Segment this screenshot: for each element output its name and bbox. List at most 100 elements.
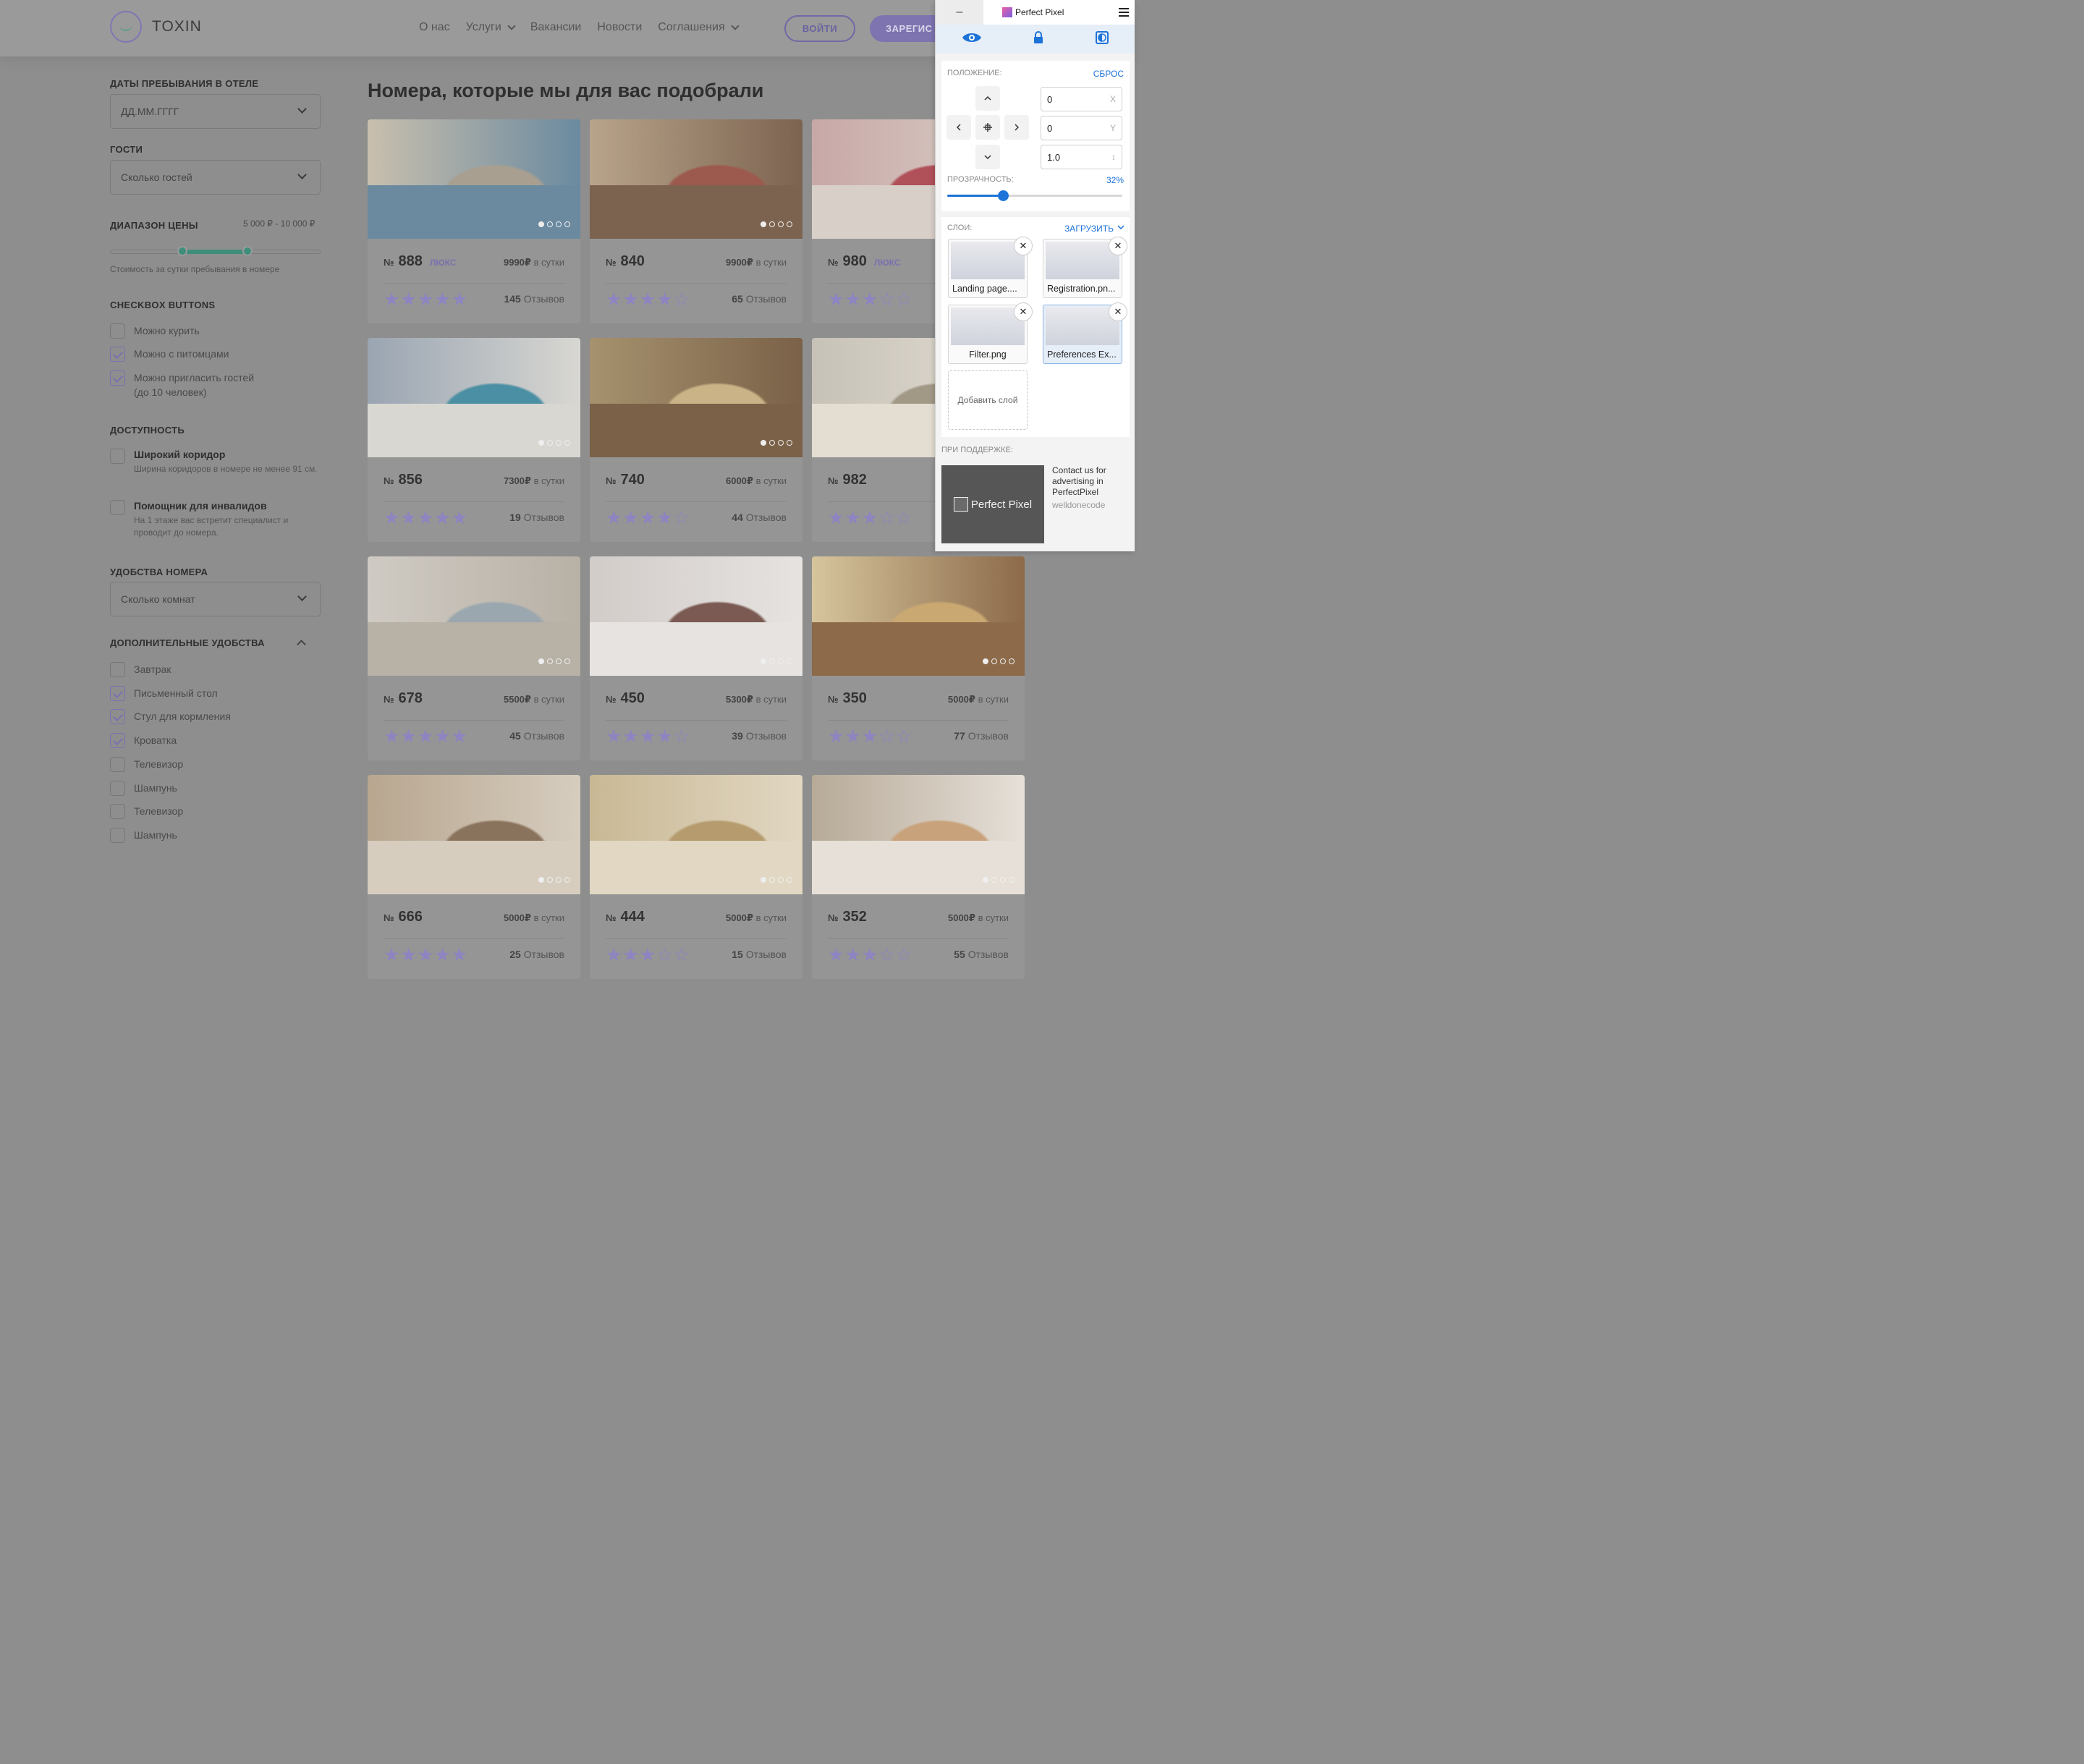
carousel-dot[interactable] <box>787 658 792 664</box>
chevron-down-icon[interactable] <box>1117 225 1124 229</box>
nav-item-about[interactable]: О нас <box>419 21 450 34</box>
star-filled-icon[interactable]: ★ <box>656 508 673 528</box>
checkbox-box[interactable] <box>110 733 125 749</box>
star-empty-icon[interactable]: ☆ <box>878 289 895 310</box>
star-filled-icon[interactable]: ★ <box>622 289 639 310</box>
close-icon[interactable]: ✕ <box>1014 302 1033 321</box>
carousel-dot[interactable] <box>556 221 562 227</box>
carousel-dot[interactable] <box>564 877 570 883</box>
carousel-dot[interactable] <box>983 877 988 883</box>
star-filled-icon[interactable]: ★ <box>606 289 622 310</box>
extra-amenities-label[interactable]: ДОПОЛНИТЕЛЬНЫЕ УДОБСТВА <box>110 637 265 648</box>
star-filled-icon[interactable]: ★ <box>384 726 400 747</box>
move-left-button[interactable] <box>946 115 971 140</box>
room-card[interactable]: № 740 6000₽ в сутки ★★★★☆ 44 Отзывов <box>590 338 802 542</box>
star-filled-icon[interactable]: ★ <box>400 508 417 528</box>
star-empty-icon[interactable]: ☆ <box>896 508 912 528</box>
checkbox-box[interactable] <box>110 323 125 339</box>
logo[interactable]: TOXIN <box>110 11 202 43</box>
checkbox-box[interactable] <box>110 662 125 677</box>
carousel-dot[interactable] <box>538 221 544 227</box>
star-empty-icon[interactable]: ☆ <box>674 508 690 528</box>
reviews-count[interactable]: 145 Отзывов <box>504 293 564 305</box>
center-button[interactable] <box>975 115 1000 140</box>
star-filled-icon[interactable]: ★ <box>844 945 861 965</box>
carousel-dot[interactable] <box>1000 658 1006 664</box>
carousel-dot[interactable] <box>761 658 766 664</box>
star-empty-icon[interactable]: ☆ <box>878 726 895 747</box>
checkbox-amenity[interactable]: Кроватка <box>110 733 177 749</box>
carousel-dot[interactable] <box>769 221 775 227</box>
checkbox-amenity[interactable]: Письменный стол <box>110 685 218 701</box>
carousel-dot[interactable] <box>1009 877 1015 883</box>
room-photo[interactable] <box>590 556 802 676</box>
star-filled-icon[interactable]: ★ <box>384 508 400 528</box>
reset-button[interactable]: СБРОС <box>1093 69 1124 79</box>
carousel-dot[interactable] <box>556 658 562 664</box>
checkbox-box[interactable] <box>110 500 125 515</box>
checkbox-amenity[interactable]: Шампунь <box>110 780 177 796</box>
checkbox-pets[interactable]: Можно с питомцами <box>110 347 229 362</box>
carousel-dot[interactable] <box>769 440 775 446</box>
carousel-dot[interactable] <box>556 877 562 883</box>
star-filled-icon[interactable]: ★ <box>418 289 434 310</box>
invert-icon[interactable] <box>1096 30 1109 48</box>
room-photo[interactable] <box>368 556 580 676</box>
carousel-dot[interactable] <box>991 658 997 664</box>
star-empty-icon[interactable]: ☆ <box>674 726 690 747</box>
carousel-dot[interactable] <box>761 877 766 883</box>
reviews-count[interactable]: 55 Отзывов <box>954 949 1009 960</box>
menu-icon[interactable] <box>1113 0 1135 25</box>
layer-item[interactable]: Landing page.... ✕ <box>948 237 1033 298</box>
star-filled-icon[interactable]: ★ <box>656 726 673 747</box>
pp-minimize-button[interactable]: – <box>936 0 983 25</box>
star-filled-icon[interactable]: ★ <box>640 945 656 965</box>
nav-item-vacancies[interactable]: Вакансии <box>530 21 582 34</box>
reviews-count[interactable]: 45 Отзывов <box>509 730 564 742</box>
checkbox-box[interactable] <box>110 756 125 772</box>
move-down-button[interactable] <box>975 145 1000 169</box>
star-filled-icon[interactable]: ★ <box>384 289 400 310</box>
nav-item-services[interactable]: Услуги <box>466 21 516 34</box>
checkbox-box[interactable] <box>110 780 125 796</box>
close-icon[interactable]: ✕ <box>1109 302 1127 321</box>
login-button[interactable]: ВОЙТИ <box>784 15 855 42</box>
carousel-dot[interactable] <box>564 658 570 664</box>
reviews-count[interactable]: 15 Отзывов <box>732 949 787 960</box>
carousel-dot[interactable] <box>1000 877 1006 883</box>
star-filled-icon[interactable]: ★ <box>606 508 622 528</box>
checkbox-box[interactable] <box>110 804 125 820</box>
star-filled-icon[interactable]: ★ <box>828 726 844 747</box>
star-filled-icon[interactable]: ★ <box>606 726 622 747</box>
lock-icon[interactable] <box>1033 30 1043 48</box>
ad-banner[interactable]: Perfect Pixel <box>941 465 1044 543</box>
star-filled-icon[interactable]: ★ <box>434 508 451 528</box>
room-photo[interactable] <box>590 775 802 894</box>
layer-item[interactable]: Filter.png ✕ <box>948 302 1033 364</box>
move-right-button[interactable] <box>1004 115 1029 140</box>
close-icon[interactable]: ✕ <box>1109 237 1127 255</box>
star-empty-icon[interactable]: ☆ <box>674 945 690 965</box>
carousel-dot[interactable] <box>787 440 792 446</box>
checkbox-amenity[interactable]: Шампунь <box>110 827 177 843</box>
checkbox-amenity[interactable]: Телевизор <box>110 756 183 772</box>
checkbox-box[interactable] <box>110 370 125 386</box>
carousel-dot[interactable] <box>1009 658 1015 664</box>
carousel-dot[interactable] <box>778 658 784 664</box>
carousel-dot[interactable] <box>538 440 544 446</box>
star-filled-icon[interactable]: ★ <box>640 508 656 528</box>
star-filled-icon[interactable]: ★ <box>844 508 861 528</box>
amenities-dropdown[interactable]: Сколько комнат <box>110 582 321 616</box>
room-card[interactable]: № 352 5000₽ в сутки ★★★☆☆ 55 Отзывов <box>812 775 1025 979</box>
star-filled-icon[interactable]: ★ <box>828 289 844 310</box>
carousel-dot[interactable] <box>778 877 784 883</box>
reviews-count[interactable]: 25 Отзывов <box>509 949 564 960</box>
room-card[interactable]: № 666 5000₽ в сутки ★★★★★ 25 Отзывов <box>368 775 580 979</box>
star-filled-icon[interactable]: ★ <box>828 508 844 528</box>
star-filled-icon[interactable]: ★ <box>400 289 417 310</box>
room-card[interactable]: № 350 5000₽ в сутки ★★★☆☆ 77 Отзывов <box>812 556 1025 760</box>
star-filled-icon[interactable]: ★ <box>418 508 434 528</box>
move-up-button[interactable] <box>975 86 1000 111</box>
star-empty-icon[interactable]: ☆ <box>878 945 895 965</box>
checkbox-amenity[interactable]: Стул для кормления <box>110 709 231 725</box>
